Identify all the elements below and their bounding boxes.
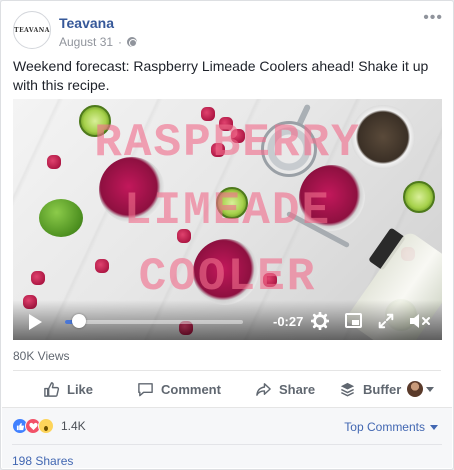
buffer-button[interactable]: Buffer bbox=[339, 381, 401, 398]
divider bbox=[12, 444, 442, 445]
share-count[interactable]: 198 Shares bbox=[12, 454, 73, 468]
picture-in-picture-icon[interactable] bbox=[345, 313, 362, 328]
muted-speaker-icon[interactable] bbox=[409, 312, 431, 330]
more-options-icon[interactable]: ••• bbox=[423, 9, 443, 27]
share-button[interactable]: Share bbox=[255, 381, 315, 398]
video-progress-bar[interactable] bbox=[65, 320, 243, 324]
page-name-link[interactable]: Teavana bbox=[59, 15, 114, 31]
comment-sort-dropdown[interactable]: Top Comments bbox=[344, 420, 438, 434]
settings-gear-icon[interactable] bbox=[311, 312, 329, 330]
post-header: TEAVANA Teavana August 31 · ••• bbox=[13, 9, 443, 51]
action-bar: Like Comment Share Buffer bbox=[13, 373, 441, 405]
fullscreen-icon[interactable] bbox=[377, 312, 395, 330]
comment-label: Comment bbox=[161, 381, 221, 397]
video-player[interactable]: RASPBERRY LIMEADE COOLER -0:27 bbox=[13, 99, 442, 340]
page-avatar[interactable]: TEAVANA bbox=[13, 11, 51, 49]
reactions-summary[interactable]: 1.4K bbox=[12, 418, 86, 434]
view-count[interactable]: 80K Views bbox=[13, 349, 69, 363]
post-text: Weekend forecast: Raspberry Limeade Cool… bbox=[13, 58, 429, 93]
comment-button[interactable]: Comment bbox=[137, 381, 221, 398]
post-date[interactable]: August 31 bbox=[59, 35, 113, 49]
post-card: TEAVANA Teavana August 31 · ••• Weekend … bbox=[0, 0, 454, 470]
play-icon[interactable] bbox=[29, 314, 42, 330]
video-overlay-word: RASPBERRY bbox=[94, 117, 361, 169]
chevron-down-icon bbox=[426, 386, 434, 392]
buffer-label: Buffer bbox=[363, 381, 402, 397]
wow-reaction-icon bbox=[38, 418, 54, 434]
comment-sort-label: Top Comments bbox=[344, 420, 425, 434]
video-overlay-word: LIMEADE bbox=[123, 185, 332, 237]
avatar-logo-text: TEAVANA bbox=[14, 26, 50, 34]
divider bbox=[13, 370, 441, 371]
profile-selector-button[interactable] bbox=[407, 381, 434, 397]
meta-separator: · bbox=[118, 35, 123, 49]
post-footer: 1.4K Top Comments 198 Shares bbox=[2, 407, 452, 468]
share-label: Share bbox=[279, 381, 316, 397]
video-time-remaining: -0:27 bbox=[273, 314, 304, 329]
comment-bubble-icon bbox=[138, 382, 153, 396]
globe-icon bbox=[127, 37, 138, 47]
video-overlay-word: COOLER bbox=[138, 251, 317, 303]
like-label: Like bbox=[67, 381, 94, 397]
like-button[interactable]: Like bbox=[43, 381, 93, 398]
buffer-stack-icon bbox=[340, 382, 355, 396]
thumbs-up-icon bbox=[44, 381, 60, 397]
chevron-down-icon bbox=[430, 424, 438, 430]
post-meta: August 31 · bbox=[59, 35, 138, 49]
reaction-count[interactable]: 1.4K bbox=[61, 419, 86, 433]
video-scrub-handle[interactable] bbox=[72, 314, 87, 328]
profile-avatar bbox=[407, 381, 423, 397]
share-arrow-icon bbox=[256, 382, 271, 396]
video-controls: -0:27 bbox=[13, 300, 442, 340]
